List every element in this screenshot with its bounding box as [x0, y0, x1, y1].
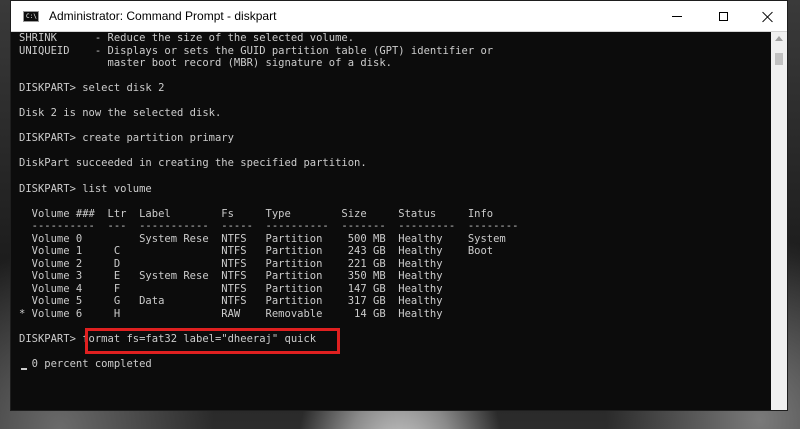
scroll-thumb[interactable] [775, 53, 783, 65]
console-line: DiskPart succeeded in creating the speci… [19, 157, 367, 170]
console-line: DISKPART> select disk 2 [19, 82, 165, 95]
command-highlight-box [85, 328, 340, 354]
console-line: DISKPART> list volume [19, 182, 152, 195]
console-line: Disk 2 is now the selected disk. [19, 107, 222, 120]
volume-table-row: Volume 2 D NTFS Partition 221 GB Healthy [19, 257, 443, 270]
volume-table-row: Volume 4 F NTFS Partition 147 GB Healthy [19, 282, 443, 295]
text-cursor [21, 368, 27, 370]
console-line: UNIQUEID - Displays or sets the GUID par… [19, 44, 494, 57]
minimize-icon [672, 15, 682, 17]
close-button[interactable] [745, 1, 789, 31]
window-title: Administrator: Command Prompt - diskpart [49, 9, 277, 23]
title-bar[interactable]: C:\ Administrator: Command Prompt - disk… [11, 1, 787, 32]
volume-table-row: Volume 0 System Rese NTFS Partition 500 … [19, 232, 506, 245]
volume-table-row: Volume 5 G Data NTFS Partition 317 GB He… [19, 295, 443, 308]
progress-line: 0 percent completed [19, 358, 152, 371]
console-line: master boot record (MBR) signature of a … [19, 57, 392, 70]
vertical-scrollbar[interactable] [771, 32, 787, 410]
maximize-button[interactable] [701, 1, 745, 31]
volume-table-separator: ---------- --- ----------- ----- -------… [19, 220, 519, 233]
maximize-icon [718, 11, 728, 21]
volume-table-row: Volume 1 C NTFS Partition 243 GB Healthy… [19, 245, 494, 258]
cmd-app-icon[interactable]: C:\ [23, 11, 39, 22]
volume-table-header: Volume ### Ltr Label Fs Type Size Status… [19, 207, 494, 220]
minimize-button[interactable] [655, 1, 699, 31]
volume-table-row-selected: * Volume 6 H RAW Removable 14 GB Healthy [19, 308, 443, 321]
command-prompt-window: C:\ Administrator: Command Prompt - disk… [10, 0, 788, 411]
scroll-up-arrow-icon[interactable] [775, 36, 783, 41]
close-icon [762, 11, 773, 22]
volume-table-row: Volume 3 E System Rese NTFS Partition 35… [19, 270, 443, 283]
console-line: SHRINK - Reduce the size of the selected… [19, 32, 355, 44]
console-line: DISKPART> create partition primary [19, 132, 234, 145]
